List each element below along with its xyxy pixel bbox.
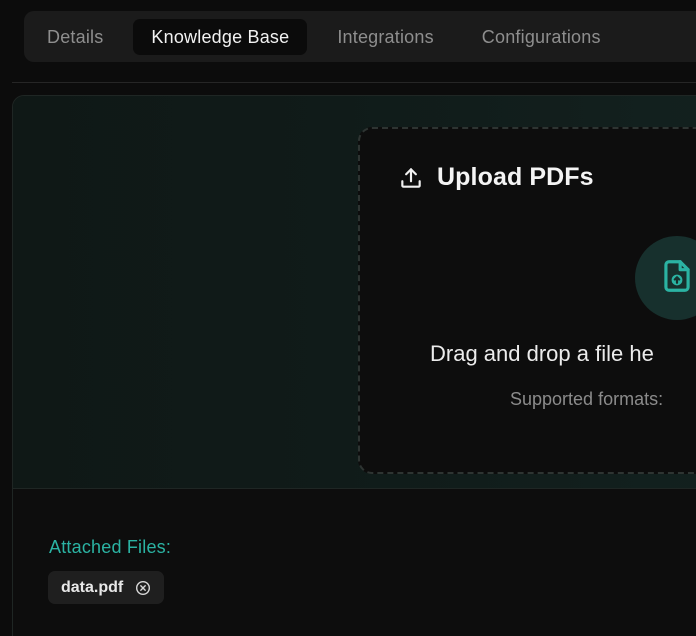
remove-circle-icon[interactable] xyxy=(135,580,151,596)
supported-formats: Supported formats: xyxy=(510,389,664,409)
attached-file-chip: data.pdf xyxy=(48,571,165,604)
header-divider xyxy=(12,82,696,83)
upload-icon xyxy=(398,165,424,191)
file-upload-icon-container xyxy=(635,236,696,320)
dropzone-header: Upload PDFs xyxy=(398,163,594,192)
tab-knowledge-base[interactable]: Knowledge Base xyxy=(133,18,308,55)
upload-section: Upload PDFs Drag and drop a file he Supp… xyxy=(13,96,696,489)
tab-bar: Details Knowledge Base Integrations Conf… xyxy=(24,11,696,62)
attached-files-label: Attached Files: xyxy=(49,537,172,557)
tab-integrations[interactable]: Integrations xyxy=(319,19,451,55)
knowledge-base-page: Details Knowledge Base Integrations Conf… xyxy=(0,0,696,636)
tab-configurations[interactable]: Configurations xyxy=(464,19,619,55)
attached-file-name: data.pdf xyxy=(61,578,124,596)
file-upload-icon xyxy=(658,257,696,300)
tab-details[interactable]: Details xyxy=(29,19,121,55)
drop-instructions: Drag and drop a file he xyxy=(430,341,654,366)
upload-title: Upload PDFs xyxy=(437,163,594,191)
pdf-dropzone[interactable]: Upload PDFs Drag and drop a file he Supp… xyxy=(358,127,696,474)
